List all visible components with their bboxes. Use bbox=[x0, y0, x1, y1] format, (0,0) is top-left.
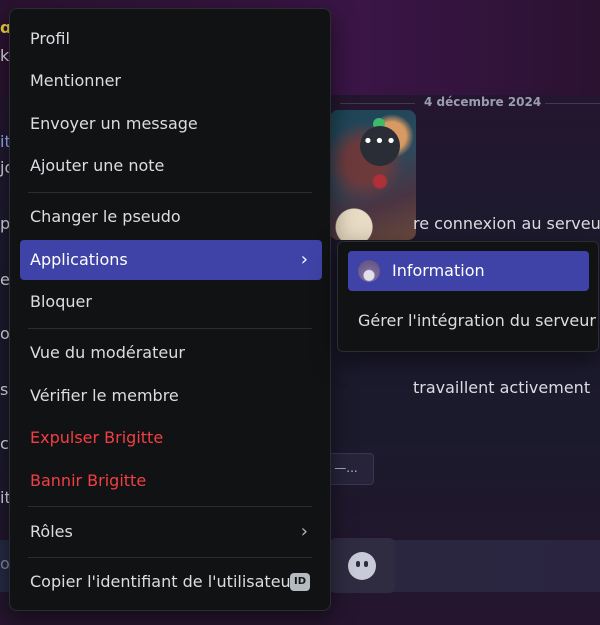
date-divider: 4 décembre 2024 bbox=[340, 95, 600, 111]
menu-item-mentionner[interactable]: Mentionner bbox=[20, 62, 322, 100]
menu-item-label: Bloquer bbox=[30, 292, 92, 311]
submenu-item-gerer-integration[interactable]: Gérer l'intégration du serveur bbox=[348, 301, 596, 341]
menu-item-ajouter-note[interactable]: Ajouter une note bbox=[20, 147, 322, 185]
menu-item-label: Vue du modérateur bbox=[30, 343, 185, 362]
app-avatar-icon bbox=[358, 260, 380, 282]
submenu-item-information[interactable]: Information bbox=[348, 251, 589, 291]
menu-item-label: Rôles bbox=[30, 522, 73, 541]
menu-item-label: Ajouter une note bbox=[30, 156, 165, 175]
menu-separator bbox=[28, 557, 312, 558]
menu-item-copier-identifiant[interactable]: Copier l'identifiant de l'utilisateur ID bbox=[20, 563, 322, 601]
menu-separator bbox=[28, 506, 312, 507]
bg-text-fragment: s bbox=[0, 380, 9, 399]
bg-text-fragment: c bbox=[0, 434, 9, 453]
menu-item-verifier-membre[interactable]: Vérifier le membre bbox=[20, 377, 322, 415]
submenu-item-label: Gérer l'intégration du serveur bbox=[358, 311, 596, 330]
applications-submenu: Information Gérer l'intégration du serve… bbox=[337, 241, 599, 352]
menu-item-label: Vérifier le membre bbox=[30, 386, 179, 405]
menu-item-bannir[interactable]: Bannir Brigitte bbox=[20, 462, 322, 500]
menu-item-profil[interactable]: Profil bbox=[20, 20, 322, 58]
message-text-fragment: re connexion au serveu bbox=[413, 214, 600, 233]
menu-item-label: Profil bbox=[30, 29, 70, 48]
menu-item-applications[interactable]: Applications › bbox=[20, 240, 322, 280]
bg-text-fragment: k bbox=[0, 46, 10, 65]
menu-item-vue-moderateur[interactable]: Vue du modérateur bbox=[20, 334, 322, 372]
menu-item-label: Changer le pseudo bbox=[30, 207, 181, 226]
menu-item-label: Envoyer un message bbox=[30, 114, 198, 133]
menu-item-roles[interactable]: Rôles › bbox=[20, 513, 322, 551]
date-divider-label: 4 décembre 2024 bbox=[424, 95, 542, 109]
menu-item-changer-pseudo[interactable]: Changer le pseudo bbox=[20, 198, 322, 236]
smiley-icon bbox=[348, 552, 376, 580]
menu-item-bloquer[interactable]: Bloquer bbox=[20, 283, 322, 321]
more-options-icon[interactable]: ••• bbox=[360, 126, 400, 166]
chevron-right-icon: › bbox=[300, 249, 308, 270]
id-badge-icon: ID bbox=[290, 573, 310, 591]
menu-separator bbox=[28, 192, 312, 193]
menu-item-envoyer-message[interactable]: Envoyer un message bbox=[20, 105, 322, 143]
message-image-attachment[interactable]: ••• bbox=[330, 110, 416, 240]
menu-item-label: Applications bbox=[30, 250, 128, 269]
message-text-fragment: travaillent activement bbox=[413, 378, 591, 397]
menu-item-label: Bannir Brigitte bbox=[30, 471, 147, 490]
emoji-button[interactable] bbox=[330, 538, 395, 593]
user-context-menu: Profil Mentionner Envoyer un message Ajo… bbox=[9, 8, 331, 611]
chevron-right-icon: › bbox=[300, 521, 308, 542]
divider-line bbox=[545, 103, 600, 104]
menu-separator bbox=[28, 328, 312, 329]
divider-line bbox=[340, 103, 415, 104]
menu-item-label: Expulser Brigitte bbox=[30, 428, 164, 447]
menu-item-expulser[interactable]: Expulser Brigitte bbox=[20, 419, 322, 457]
menu-item-label: Copier l'identifiant de l'utilisateur bbox=[30, 572, 298, 591]
submenu-item-label: Information bbox=[392, 261, 485, 280]
menu-item-label: Mentionner bbox=[30, 71, 121, 90]
